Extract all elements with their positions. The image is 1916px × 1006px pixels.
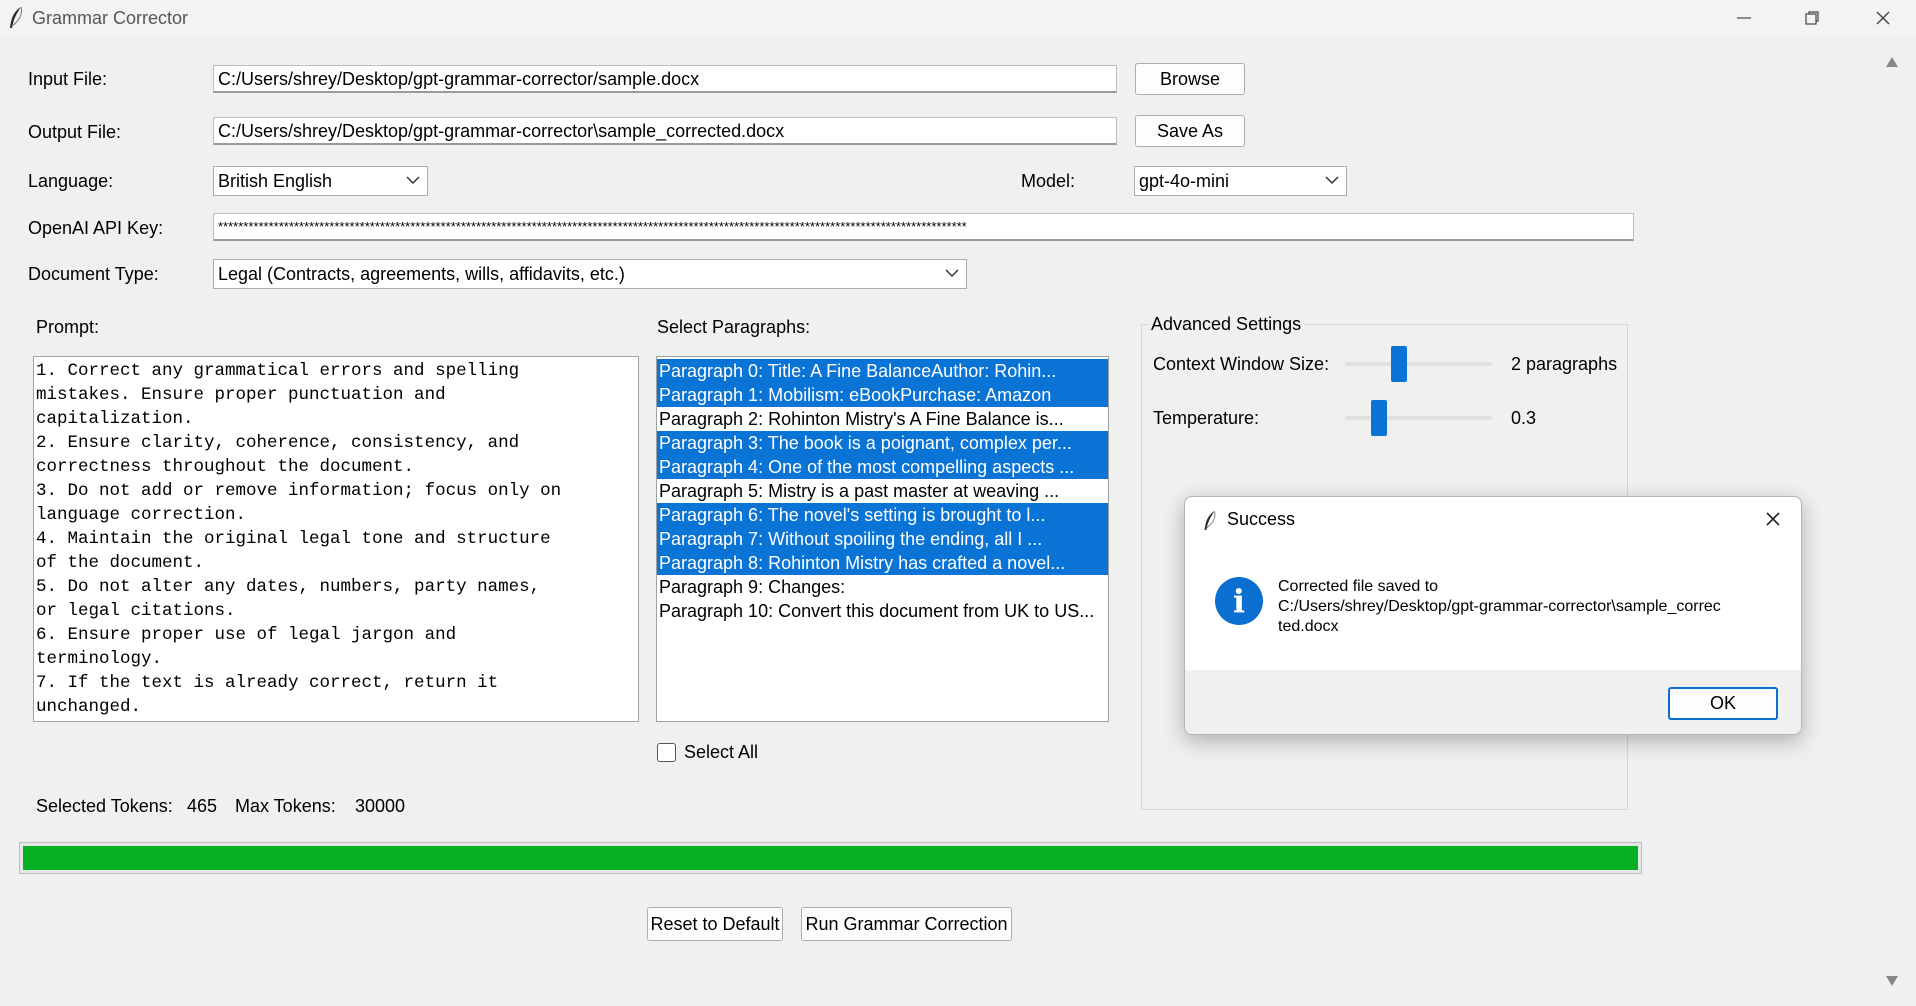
scroll-down-icon[interactable] [1885, 975, 1899, 987]
temperature-slider-thumb[interactable] [1371, 400, 1388, 436]
input-file-field[interactable]: C:/Users/shrey/Desktop/gpt-grammar-corre… [213, 65, 1117, 93]
context-window-label: Context Window Size: [1153, 354, 1330, 374]
select-paragraphs-label: Select Paragraphs: [657, 317, 811, 337]
paragraph-list-item[interactable]: Paragraph 0: Title: A Fine BalanceAuthor… [657, 359, 1108, 383]
context-window-value: 2 paragraphs [1511, 354, 1618, 374]
context-window-slider-thumb[interactable] [1390, 346, 1407, 382]
dialog-message-line: C:/Users/shrey/Desktop/gpt-grammar-corre… [1278, 598, 1721, 615]
save-as-button[interactable]: Save As [1135, 115, 1245, 147]
chevron-down-icon [1325, 176, 1339, 185]
minimize-icon [1737, 17, 1751, 19]
success-dialog: Success i Corrected file saved to C:/Use… [1184, 496, 1802, 735]
browse-button[interactable]: Browse [1135, 63, 1245, 95]
temperature-value: 0.3 [1511, 408, 1537, 428]
paragraph-list-item[interactable]: Paragraph 9: Changes: [657, 575, 1108, 599]
info-icon: i [1215, 577, 1263, 625]
max-tokens-value: 30000 [355, 796, 406, 816]
select-all-label: Select All [684, 742, 759, 762]
selected-tokens-value: 465 [187, 796, 218, 816]
feather-icon [10, 6, 22, 28]
ok-button[interactable]: OK [1668, 687, 1778, 720]
document-type-label: Document Type: [28, 264, 159, 284]
progress-bar [19, 842, 1642, 874]
minimize-button[interactable] [1709, 0, 1779, 36]
context-window-slider[interactable] [1345, 362, 1492, 366]
close-icon [1876, 11, 1890, 25]
input-file-label: Input File: [28, 69, 108, 89]
model-label: Model: [1021, 171, 1076, 191]
select-all-checkbox[interactable] [657, 743, 676, 762]
restore-button[interactable] [1777, 0, 1847, 36]
paragraph-list-item[interactable]: Paragraph 8: Rohinton Mistry has crafted… [657, 551, 1108, 575]
close-window-button[interactable] [1848, 0, 1916, 36]
document-type-value: Legal (Contracts, agreements, wills, aff… [218, 264, 625, 284]
paragraph-list-item[interactable]: Paragraph 1: Mobilism: eBookPurchase: Am… [657, 383, 1108, 407]
temperature-slider[interactable] [1345, 416, 1492, 420]
advanced-settings-title: Advanced Settings [1148, 314, 1305, 335]
paragraph-list-item[interactable]: Paragraph 3: The book is a poignant, com… [657, 431, 1108, 455]
paragraph-list-item[interactable]: Paragraph 7: Without spoiling the ending… [657, 527, 1108, 551]
paragraph-list-item[interactable]: Paragraph 2: Rohinton Mistry's A Fine Ba… [657, 407, 1108, 431]
dialog-message-line: Corrected file saved to [1278, 578, 1439, 595]
dialog-title: Success [1227, 509, 1296, 529]
prompt-label: Prompt: [36, 317, 100, 337]
output-file-label: Output File: [28, 122, 122, 142]
chevron-down-icon [406, 176, 420, 185]
language-label: Language: [28, 171, 114, 191]
paragraph-list-item[interactable]: Paragraph 10: Convert this document from… [657, 599, 1108, 623]
close-icon [1766, 512, 1780, 526]
reset-to-default-button[interactable]: Reset to Default [647, 907, 783, 941]
model-value: gpt-4o-mini [1139, 171, 1230, 191]
max-tokens-label: Max Tokens: [235, 796, 336, 816]
paragraph-list-item[interactable]: Paragraph 4: One of the most compelling … [657, 455, 1108, 479]
restore-icon [1805, 11, 1819, 25]
paragraph-listbox[interactable]: Paragraph 0: Title: A Fine BalanceAuthor… [656, 356, 1109, 722]
language-value: British English [218, 171, 333, 191]
temperature-label: Temperature: [1153, 408, 1260, 428]
window-title: Grammar Corrector [32, 8, 189, 28]
run-grammar-correction-button[interactable]: Run Grammar Correction [801, 907, 1012, 941]
chevron-down-icon [945, 269, 959, 278]
model-select[interactable]: gpt-4o-mini [1134, 166, 1347, 196]
scroll-up-icon[interactable] [1885, 56, 1899, 68]
dialog-close-button[interactable] [1757, 505, 1789, 533]
api-key-field[interactable]: ****************************************… [213, 213, 1634, 241]
dialog-message: Corrected file saved to C:/Users/shrey/D… [1278, 577, 1783, 637]
dialog-message-line: ted.docx [1278, 618, 1339, 635]
api-key-label: OpenAI API Key: [28, 218, 164, 238]
feather-icon [1204, 510, 1216, 530]
title-bar [0, 0, 1916, 36]
paragraph-list-item[interactable]: Paragraph 6: The novel's setting is brou… [657, 503, 1108, 527]
selected-tokens-label: Selected Tokens: [36, 796, 173, 816]
progress-bar-fill [23, 846, 1638, 870]
language-select[interactable]: British English [213, 166, 428, 196]
prompt-textarea[interactable]: 1. Correct any grammatical errors and sp… [33, 356, 639, 722]
document-type-select[interactable]: Legal (Contracts, agreements, wills, aff… [213, 259, 967, 289]
vertical-scrollbar[interactable] [1876, 36, 1916, 1006]
paragraph-list-item[interactable]: Paragraph 5: Mistry is a past master at … [657, 479, 1108, 503]
output-file-field[interactable]: C:/Users/shrey/Desktop/gpt-grammar-corre… [213, 117, 1117, 145]
